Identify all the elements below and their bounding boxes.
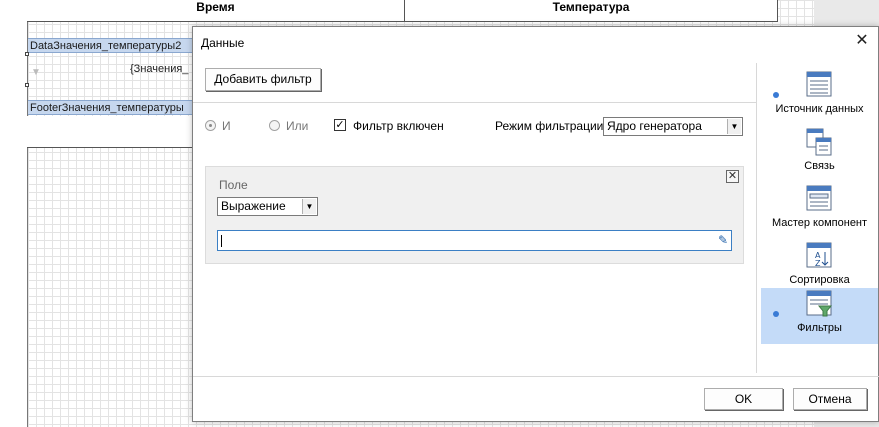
band-selection-handle[interactable] [25,83,29,87]
close-icon[interactable]: ✕ [854,33,870,49]
filter-mode-label: Режим фильтрации [495,119,604,133]
or-label[interactable]: Или [286,119,308,133]
edit-pencil-icon[interactable]: ✎ [718,233,728,247]
svg-text:Z: Z [815,259,821,268]
filter-mode-value: Ядро генератора [607,119,702,133]
nav-item-filters[interactable]: Фильтры [761,288,878,344]
filter-enabled-checkbox[interactable]: ✓ [334,119,346,131]
filter-item-panel: ✕ Поле Выражение ▼ ✎ [205,166,744,264]
or-radio[interactable] [269,120,280,131]
data-text-field[interactable]: {Значения_ [130,63,188,75]
and-radio[interactable] [205,120,216,131]
footer-band-body[interactable] [27,116,197,148]
data-dialog: Данные ✕ Добавить фильтр И Или ✓ Фильтр … [192,26,879,422]
remove-filter-icon[interactable]: ✕ [726,170,739,183]
filter-options-row: И Или ✓ Фильтр включен Режим фильтрации … [193,114,756,138]
filter-mode-select[interactable]: Ядро генератора ▼ [603,117,743,136]
nav-label: Фильтры [797,322,842,334]
and-label[interactable]: И [222,119,231,133]
chevron-down-icon[interactable]: ▼ [727,119,741,134]
expression-input[interactable]: ✎ [217,230,732,251]
nav-label: Связь [804,160,835,172]
nav-indicator-dot [773,311,779,317]
field-label: Поле [219,178,248,192]
master-component-icon [806,185,832,211]
header-temp-cell[interactable]: Температура [405,0,777,22]
nav-item-master-component[interactable]: Мастер компонент [761,183,878,239]
band-selection-handle[interactable] [25,52,29,56]
divider [193,102,756,103]
band-filter-icon: ▼ [31,67,41,78]
filter-icon [806,290,832,317]
cancel-button[interactable]: Отмена [793,388,867,410]
field-type-value: Выражение [221,199,286,213]
footer-band-label[interactable]: FooterЗначения_температуры [28,100,198,115]
data-band-label[interactable]: DataЗначения_температуры2 [28,38,198,53]
header-time-cell[interactable]: Время [27,0,405,22]
field-type-select[interactable]: Выражение ▼ [217,197,318,216]
nav-label: Источник данных [775,103,864,115]
nav-label: Сортировка [789,274,850,286]
nav-item-data-source[interactable]: Источник данных [761,69,878,125]
data-source-icon [806,71,832,97]
relation-icon [806,128,832,156]
header-band[interactable]: Время Температура [27,0,778,22]
sort-icon: A Z [806,242,832,268]
nav-divider [756,63,757,373]
add-filter-button[interactable]: Добавить фильтр [205,68,321,91]
nav-indicator-dot [773,92,779,98]
filter-enabled-label[interactable]: Фильтр включен [353,119,444,133]
chevron-down-icon[interactable]: ▼ [302,199,316,214]
dialog-title: Данные [201,36,245,50]
ok-button[interactable]: OK [704,388,783,410]
nav-item-relation[interactable]: Связь [761,126,878,182]
text-caret [221,235,222,247]
footer-divider [193,376,879,377]
nav-label: Мастер компонент [771,217,868,229]
